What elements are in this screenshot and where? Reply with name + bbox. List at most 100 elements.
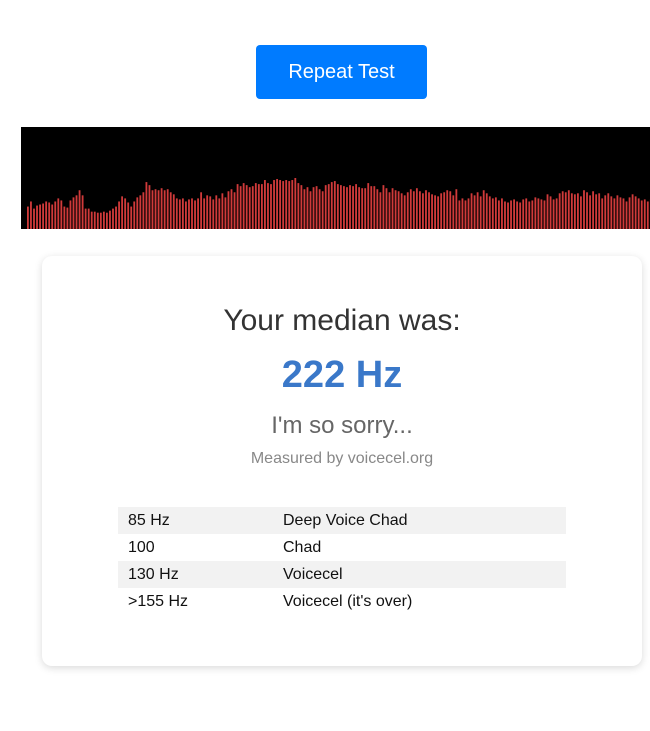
visualizer-bar: [221, 193, 224, 229]
visualizer-bar: [90, 211, 93, 229]
visualizer-bar: [555, 198, 558, 229]
visualizer-bar: [270, 184, 272, 229]
visualizer-bar: [239, 186, 242, 229]
visualizer-bar: [525, 198, 528, 229]
visualizer-bar: [583, 190, 585, 229]
visualizer-bar: [540, 199, 543, 229]
visualizer-bar: [412, 191, 415, 229]
visualizer-bar: [449, 191, 452, 229]
visualizer-bar: [391, 188, 394, 229]
visualizer-bar: [564, 192, 567, 229]
median-value: 222 Hz: [281, 354, 403, 396]
page: Repeat Test Your median was: 222 Hz I'm …: [0, 0, 650, 731]
visualizer-bar: [549, 196, 552, 229]
visualizer-bar: [546, 194, 549, 229]
hz-cell: >155 Hz: [128, 592, 189, 610]
visualizer-bar: [625, 201, 628, 229]
visualizer-canvas: [27, 178, 650, 229]
visualizer-bar: [361, 188, 364, 229]
visualizer-bar: [561, 191, 564, 229]
visualizer-bar: [106, 212, 108, 229]
visualizer-bar: [254, 183, 257, 229]
visualizer-bar: [99, 212, 102, 229]
label-cell: Voicecel: [273, 561, 566, 588]
visualizer-bar: [133, 201, 136, 229]
visualizer-bar: [428, 192, 430, 229]
visualizer-bar: [452, 195, 455, 229]
visualizer-bar: [36, 205, 38, 229]
visualizer-bar: [236, 184, 239, 229]
visualizer-bar: [172, 194, 175, 229]
visualizer-bar: [592, 191, 595, 229]
label-cell: Voicecel (it's over): [283, 592, 413, 610]
visualizer-bar: [534, 197, 537, 229]
repeat-test-button[interactable]: Repeat Test: [256, 45, 427, 99]
visualizer-bar: [570, 193, 573, 229]
visualizer-bar: [415, 188, 418, 229]
visualizer-bar: [321, 191, 324, 229]
visualizer-bar: [197, 198, 199, 229]
visualizer-bar: [75, 195, 78, 229]
visualizer-bar: [154, 189, 157, 229]
visualizer-bar: [279, 180, 282, 229]
visualizer-bar: [300, 185, 303, 229]
visualizer-bar: [385, 188, 388, 229]
visualizer-bar: [367, 183, 370, 229]
visualizer-bar: [613, 198, 616, 229]
visualizer-bar: [595, 194, 598, 229]
visualizer-bar: [543, 200, 546, 229]
visualizer-bar: [528, 201, 531, 229]
visualizer-bar: [81, 195, 84, 229]
visualizer-bar: [157, 190, 160, 229]
visualizer-bar: [440, 193, 443, 229]
visualizer-bar: [84, 208, 87, 229]
visualizer-bar: [175, 198, 178, 229]
visualizer-bar: [531, 200, 534, 229]
visualizer-bar: [102, 211, 105, 229]
visualizer-bar: [151, 190, 154, 229]
visualizer-bar: [336, 184, 339, 229]
visualizer-bar: [185, 201, 187, 229]
visualizer-bar: [60, 200, 63, 229]
visualizer-bar: [54, 201, 57, 229]
visualizer-bar: [634, 196, 637, 229]
visualizer-bar: [461, 198, 464, 229]
visualizer-bar: [382, 185, 385, 229]
visualizer-bar: [276, 179, 278, 229]
visualizer-bar: [124, 198, 127, 229]
visualizer-bar: [446, 190, 449, 229]
visualizer-bar: [267, 183, 269, 229]
visualizer-bar: [203, 198, 206, 229]
visualizer-bar: [42, 203, 45, 229]
visualizer-bar: [118, 201, 120, 229]
visualizer-bar: [51, 204, 54, 229]
visualizer-bar: [315, 186, 318, 229]
visualizer-bar: [573, 194, 576, 229]
visualizer-bar: [57, 198, 60, 229]
audio-visualizer: [21, 127, 650, 229]
visualizer-bar: [163, 190, 166, 229]
visualizer-bar: [379, 192, 382, 229]
visualizer-bar: [297, 183, 300, 229]
visualizer-bar: [30, 201, 32, 229]
visualizer-bar: [358, 187, 361, 229]
visualizer-bar: [431, 194, 433, 229]
visualizer-bar: [586, 192, 588, 229]
visualizer-bar: [339, 185, 342, 229]
visualizer-bar: [306, 187, 309, 229]
verdict-text: I'm so sorry...: [271, 412, 413, 439]
visualizer-bar: [364, 188, 367, 229]
visualizer-bar: [631, 194, 634, 229]
visualizer-bar: [522, 199, 525, 229]
visualizer-bar: [537, 198, 540, 229]
visualizer-bar: [121, 196, 124, 229]
visualizer-bar: [312, 187, 315, 229]
visualizer-bar: [422, 193, 424, 229]
visualizer-bar: [406, 192, 409, 229]
visualizer-bar: [397, 191, 400, 229]
visualizer-bar: [87, 208, 90, 229]
visualizer-bar: [27, 206, 29, 229]
visualizer-bar: [376, 189, 379, 229]
visualizer-bar: [209, 196, 212, 229]
visualizer-bar: [507, 202, 509, 229]
